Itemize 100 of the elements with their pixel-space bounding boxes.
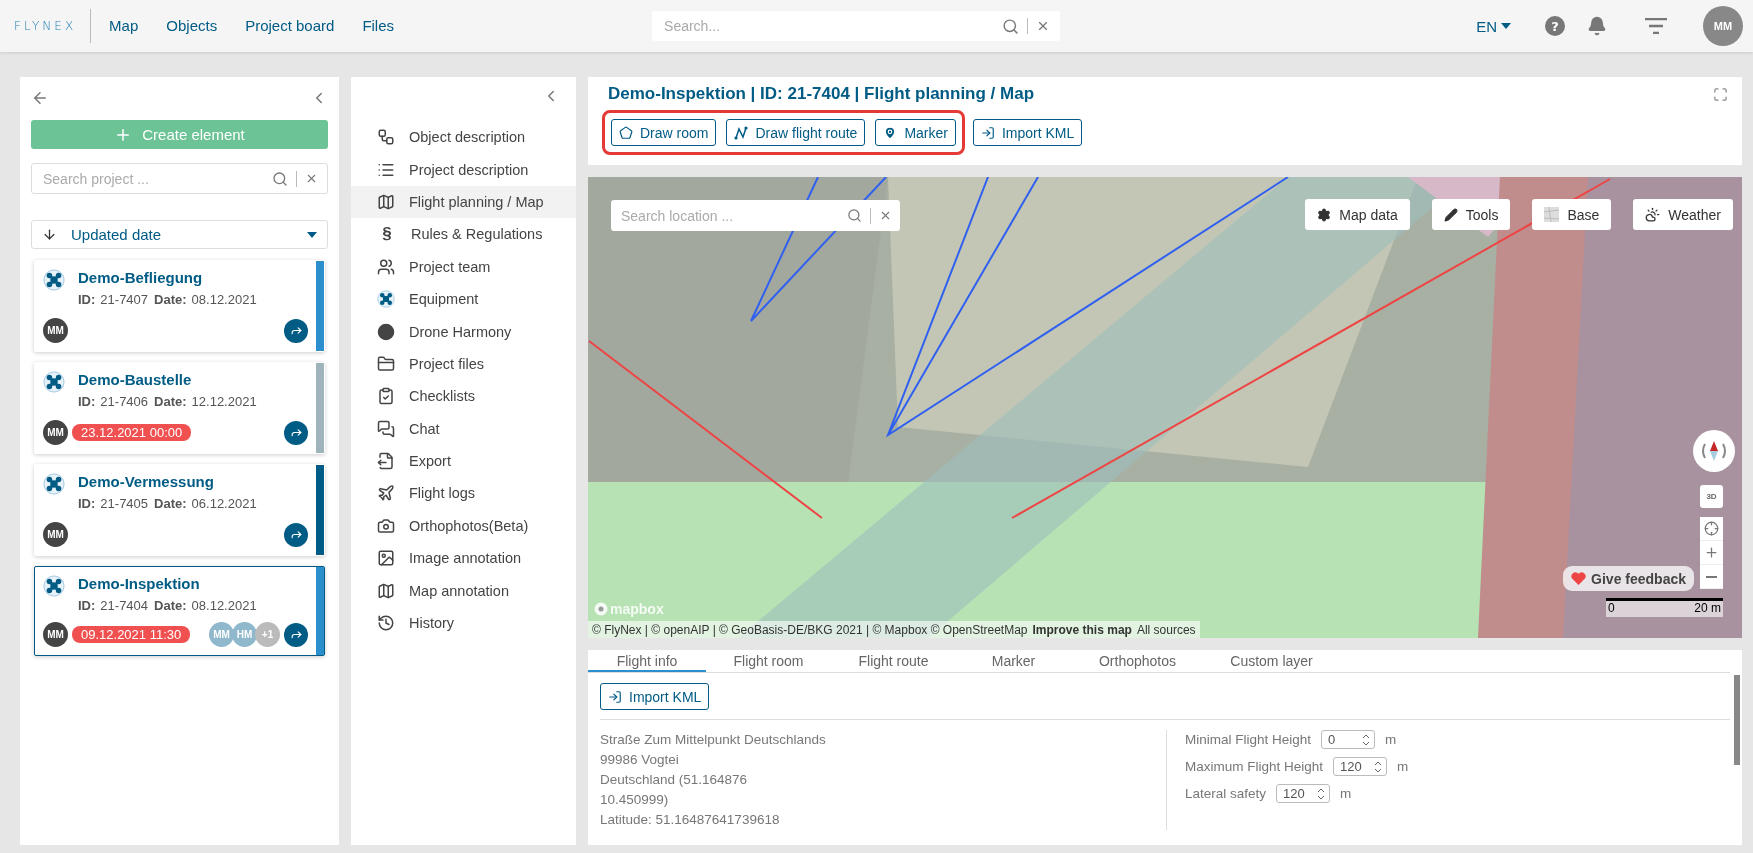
tab[interactable]: Marker [956,650,1071,672]
pin-icon [883,125,898,140]
map-button[interactable]: Weather [1633,199,1733,230]
pencil-icon [1443,207,1458,222]
map-button[interactable]: Map data [1305,199,1410,230]
project-title[interactable]: Demo-Baustelle [78,371,257,388]
project-card[interactable]: Demo-Inspektion ID: 21-7404 Date: 08.12.2021 MM 09.12.2021 11:30 MM HM +1 [34,566,325,656]
nav-link[interactable]: Objects [166,12,218,40]
project-title[interactable]: Demo-Vermessung [78,473,257,490]
map-button[interactable]: Tools [1431,199,1511,230]
close-icon[interactable] [879,209,892,222]
member-avatar: HM [232,622,257,647]
bell-icon[interactable] [1587,16,1607,36]
tab[interactable]: Flight route [831,650,956,672]
language-selector[interactable]: EN [1470,16,1517,36]
deadline-badge: 23.12.2021 00:00 [72,424,192,441]
menu-item[interactable]: Object description [351,121,576,154]
tab[interactable]: Flight room [706,650,831,672]
tool-button[interactable]: Import KML [972,119,1083,146]
tool-button[interactable]: Draw flight route [726,119,866,146]
scale-label: 20 m [1694,601,1721,617]
spinner-icon[interactable] [1361,732,1372,747]
3d-button[interactable]: 3D [1700,485,1723,508]
layers-icon [1544,207,1560,222]
back-icon[interactable] [31,89,49,107]
project-meta: ID: 21-7406 Date: 12.12.2021 [78,394,257,409]
clipboard-check-icon [377,387,395,406]
tab[interactable]: Orthophotos [1071,650,1204,672]
logo[interactable]: FLYNEX [14,9,92,43]
sources-link[interactable]: All sources [1136,622,1196,637]
feedback-button[interactable]: Give feedback [1563,566,1694,591]
project-title[interactable]: Demo-Befliegung [78,269,257,286]
field-label: Maximum Flight Height [1185,759,1324,774]
project-title[interactable]: Demo-Inspektion [78,575,257,592]
search-icon[interactable] [1002,17,1020,35]
project-card[interactable]: Demo-Vermessung ID: 21-7405 Date: 06.12.2021 MM [34,464,325,556]
spinner-icon[interactable] [1373,759,1384,774]
menu-item[interactable]: Drone Harmony [351,315,576,348]
nav-link[interactable]: Project board [245,12,335,40]
number-box[interactable]: 120 [1333,757,1388,776]
close-icon[interactable] [305,172,318,185]
menu-item[interactable]: Chat [351,412,576,445]
field-label: Lateral safety [1185,786,1267,801]
project-card[interactable]: Demo-Baustelle ID: 21-7406 Date: 12.12.2021 MM 23.12.2021 00:00 [34,362,325,454]
share-button[interactable] [284,318,308,343]
menu-item[interactable]: Orthophotos(Beta) [351,509,576,543]
location-search-field[interactable]: Search location ... [619,206,839,225]
search-box[interactable]: Search... [652,11,1061,41]
address-line: Latitude: 51.16487641739618 [600,811,781,829]
search-icon[interactable] [847,208,862,223]
owner-avatar: MM [43,522,68,547]
menu-item[interactable]: Flight planning / Map [351,185,576,219]
help-icon[interactable]: ? [1545,16,1565,36]
menu-item[interactable]: § Rules & Regulations [351,218,576,251]
tool-button[interactable]: Marker [875,119,956,146]
unit-label: m [1385,732,1397,747]
project-card[interactable]: Demo-Befliegung ID: 21-7407 Date: 08.12.2021 MM [34,260,325,352]
menu-item[interactable]: Project description [351,153,576,186]
tool-button[interactable]: Draw room [611,119,717,146]
menu-item[interactable]: Project files [351,347,576,381]
section-icon: § [377,224,397,245]
share-button[interactable] [284,522,308,547]
mapbox-icon [594,602,608,616]
menu-item[interactable]: History [351,606,576,640]
search-box[interactable]: Search location ... [611,200,900,231]
spinner-icon[interactable] [1316,786,1327,801]
map-button[interactable]: Base [1532,199,1612,230]
number-box[interactable]: 0 [1321,730,1376,749]
fullscreen-icon[interactable] [1713,87,1728,102]
user-avatar[interactable]: MM [1703,6,1743,46]
field-label: Minimal Flight Height [1185,732,1312,747]
menu-item[interactable]: Checklists [351,380,576,413]
sort-dropdown[interactable]: Updated date [31,220,328,249]
pentagon-icon [619,125,633,140]
menu-item[interactable]: Flight logs [351,477,576,510]
nav-link[interactable]: Files [362,12,395,40]
search-icon[interactable] [272,170,288,187]
search-box[interactable]: Search project ... [31,163,328,194]
share-button[interactable] [284,420,308,445]
import-button[interactable]: Import KML [600,683,710,710]
tab[interactable]: Flight info [588,650,706,672]
menu-item[interactable]: Export [351,444,576,478]
member-avatar: +1 [255,622,280,647]
chat-icon [377,419,395,438]
menu-item[interactable]: Image annotation [351,542,576,575]
search-field[interactable]: Search... [662,17,995,35]
tab[interactable]: Custom layer [1204,650,1339,672]
improve-map-link[interactable]: Improve this map [1032,622,1132,637]
menu-item[interactable]: Map annotation [351,574,576,607]
share-button[interactable] [284,622,308,647]
history-icon [377,614,395,633]
weather-icon [1645,207,1661,222]
filter-icon[interactable] [1645,18,1667,34]
share-icon [289,628,303,641]
search-field[interactable]: Search project ... [41,169,264,188]
menu-item[interactable]: Project team [351,250,576,283]
nav-link[interactable]: Map [109,12,139,40]
number-box[interactable]: 120 [1276,784,1331,803]
menu-item[interactable]: Equipment [351,282,576,316]
attribution-text: © FlyNex | © openAIP | © GeoBasis-DE/BKG 2021 | © Mapbox © OpenStreetMap [592,622,1028,637]
